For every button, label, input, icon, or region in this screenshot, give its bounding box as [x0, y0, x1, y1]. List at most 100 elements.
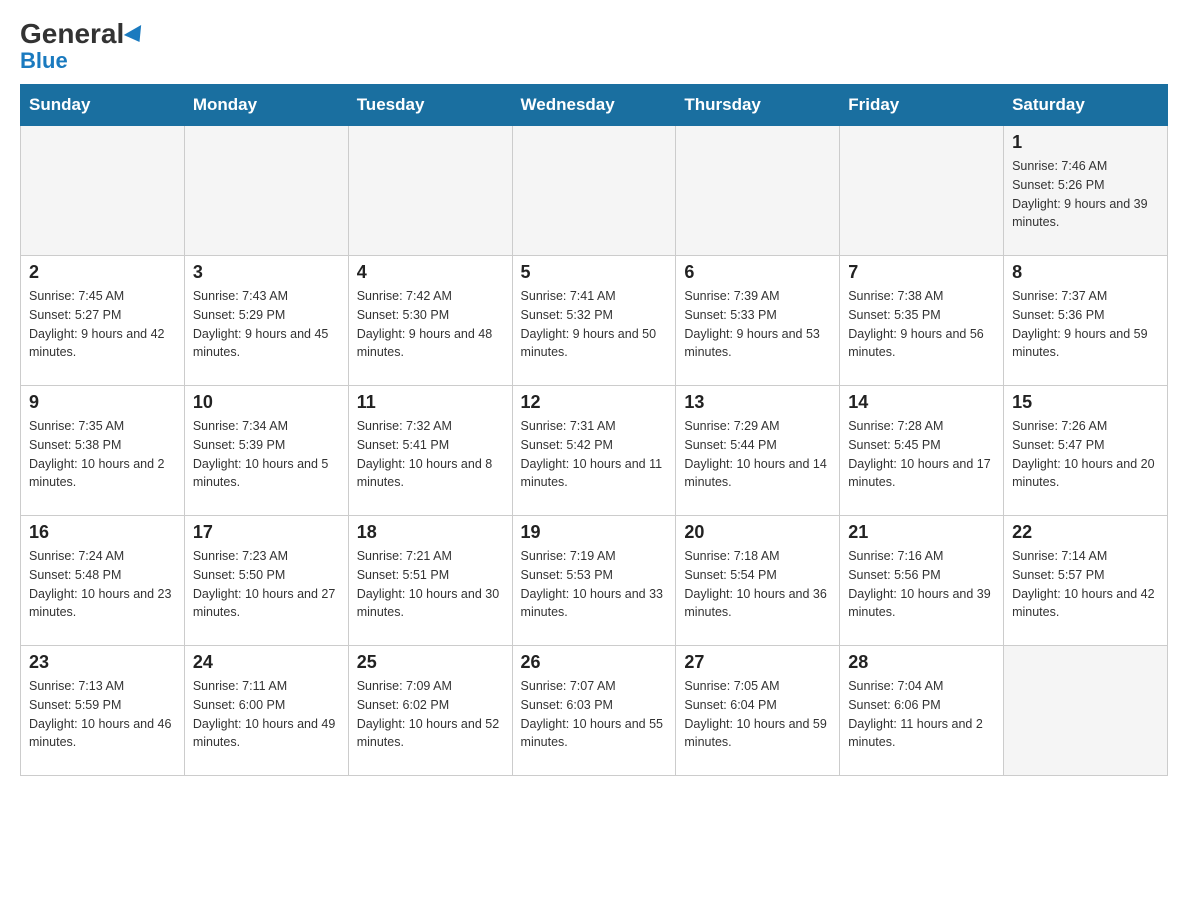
day-number: 17 — [193, 522, 340, 543]
calendar-cell — [348, 126, 512, 256]
day-info: Sunrise: 7:14 AMSunset: 5:57 PMDaylight:… — [1012, 547, 1159, 622]
day-info: Sunrise: 7:13 AMSunset: 5:59 PMDaylight:… — [29, 677, 176, 752]
day-number: 25 — [357, 652, 504, 673]
day-info: Sunrise: 7:23 AMSunset: 5:50 PMDaylight:… — [193, 547, 340, 622]
week-row-4: 16 Sunrise: 7:24 AMSunset: 5:48 PMDayligh… — [21, 516, 1168, 646]
header-monday: Monday — [184, 85, 348, 126]
day-number: 19 — [521, 522, 668, 543]
day-number: 20 — [684, 522, 831, 543]
calendar-cell: 4 Sunrise: 7:42 AMSunset: 5:30 PMDaylight… — [348, 256, 512, 386]
header-sunday: Sunday — [21, 85, 185, 126]
calendar-cell: 11 Sunrise: 7:32 AMSunset: 5:41 PMDayligh… — [348, 386, 512, 516]
calendar-cell: 24 Sunrise: 7:11 AMSunset: 6:00 PMDayligh… — [184, 646, 348, 776]
calendar-cell: 9 Sunrise: 7:35 AMSunset: 5:38 PMDaylight… — [21, 386, 185, 516]
day-info: Sunrise: 7:38 AMSunset: 5:35 PMDaylight:… — [848, 287, 995, 362]
calendar-cell: 20 Sunrise: 7:18 AMSunset: 5:54 PMDayligh… — [676, 516, 840, 646]
calendar-cell — [676, 126, 840, 256]
day-number: 4 — [357, 262, 504, 283]
calendar-cell: 17 Sunrise: 7:23 AMSunset: 5:50 PMDayligh… — [184, 516, 348, 646]
calendar-cell: 16 Sunrise: 7:24 AMSunset: 5:48 PMDayligh… — [21, 516, 185, 646]
day-info: Sunrise: 7:43 AMSunset: 5:29 PMDaylight:… — [193, 287, 340, 362]
logo-blue: Blue — [20, 48, 68, 74]
day-number: 18 — [357, 522, 504, 543]
day-number: 27 — [684, 652, 831, 673]
day-number: 11 — [357, 392, 504, 413]
day-info: Sunrise: 7:21 AMSunset: 5:51 PMDaylight:… — [357, 547, 504, 622]
day-info: Sunrise: 7:11 AMSunset: 6:00 PMDaylight:… — [193, 677, 340, 752]
calendar-cell: 19 Sunrise: 7:19 AMSunset: 5:53 PMDayligh… — [512, 516, 676, 646]
day-info: Sunrise: 7:41 AMSunset: 5:32 PMDaylight:… — [521, 287, 668, 362]
day-info: Sunrise: 7:32 AMSunset: 5:41 PMDaylight:… — [357, 417, 504, 492]
day-number: 22 — [1012, 522, 1159, 543]
calendar-cell — [184, 126, 348, 256]
calendar-cell: 12Sunrise: 7:31 AMSunset: 5:42 PMDayligh… — [512, 386, 676, 516]
calendar-cell: 25 Sunrise: 7:09 AMSunset: 6:02 PMDayligh… — [348, 646, 512, 776]
day-info: Sunrise: 7:28 AMSunset: 5:45 PMDaylight:… — [848, 417, 995, 492]
header-friday: Friday — [840, 85, 1004, 126]
calendar-cell: 13 Sunrise: 7:29 AMSunset: 5:44 PMDayligh… — [676, 386, 840, 516]
day-number: 14 — [848, 392, 995, 413]
day-info: Sunrise: 7:05 AMSunset: 6:04 PMDaylight:… — [684, 677, 831, 752]
calendar-cell — [840, 126, 1004, 256]
calendar-cell: 27 Sunrise: 7:05 AMSunset: 6:04 PMDayligh… — [676, 646, 840, 776]
day-info: Sunrise: 7:18 AMSunset: 5:54 PMDaylight:… — [684, 547, 831, 622]
day-info: Sunrise: 7:34 AMSunset: 5:39 PMDaylight:… — [193, 417, 340, 492]
day-info: Sunrise: 7:09 AMSunset: 6:02 PMDaylight:… — [357, 677, 504, 752]
calendar-cell — [512, 126, 676, 256]
day-number: 21 — [848, 522, 995, 543]
day-number: 5 — [521, 262, 668, 283]
day-number: 6 — [684, 262, 831, 283]
day-info: Sunrise: 7:37 AMSunset: 5:36 PMDaylight:… — [1012, 287, 1159, 362]
day-info: Sunrise: 7:42 AMSunset: 5:30 PMDaylight:… — [357, 287, 504, 362]
day-info: Sunrise: 7:16 AMSunset: 5:56 PMDaylight:… — [848, 547, 995, 622]
calendar-cell: 22 Sunrise: 7:14 AMSunset: 5:57 PMDayligh… — [1004, 516, 1168, 646]
day-number: 12 — [521, 392, 668, 413]
day-info: Sunrise: 7:29 AMSunset: 5:44 PMDaylight:… — [684, 417, 831, 492]
day-number: 10 — [193, 392, 340, 413]
calendar-cell: 15 Sunrise: 7:26 AMSunset: 5:47 PMDayligh… — [1004, 386, 1168, 516]
day-number: 2 — [29, 262, 176, 283]
day-info: Sunrise: 7:24 AMSunset: 5:48 PMDaylight:… — [29, 547, 176, 622]
header-saturday: Saturday — [1004, 85, 1168, 126]
week-row-2: 2 Sunrise: 7:45 AMSunset: 5:27 PMDaylight… — [21, 256, 1168, 386]
calendar-cell: 8 Sunrise: 7:37 AMSunset: 5:36 PMDaylight… — [1004, 256, 1168, 386]
page-header: General Blue — [20, 20, 1168, 74]
calendar-cell: 23Sunrise: 7:13 AMSunset: 5:59 PMDayligh… — [21, 646, 185, 776]
calendar-header: SundayMondayTuesdayWednesdayThursdayFrid… — [21, 85, 1168, 126]
calendar-cell: 1Sunrise: 7:46 AMSunset: 5:26 PMDaylight… — [1004, 126, 1168, 256]
calendar-cell: 5 Sunrise: 7:41 AMSunset: 5:32 PMDaylight… — [512, 256, 676, 386]
calendar-cell: 10 Sunrise: 7:34 AMSunset: 5:39 PMDayligh… — [184, 386, 348, 516]
day-info: Sunrise: 7:35 AMSunset: 5:38 PMDaylight:… — [29, 417, 176, 492]
calendar-cell: 26Sunrise: 7:07 AMSunset: 6:03 PMDayligh… — [512, 646, 676, 776]
day-info: Sunrise: 7:45 AMSunset: 5:27 PMDaylight:… — [29, 287, 176, 362]
day-number: 16 — [29, 522, 176, 543]
logo-triangle-icon — [124, 25, 148, 47]
day-info: Sunrise: 7:26 AMSunset: 5:47 PMDaylight:… — [1012, 417, 1159, 492]
header-tuesday: Tuesday — [348, 85, 512, 126]
calendar-body: 1Sunrise: 7:46 AMSunset: 5:26 PMDaylight… — [21, 126, 1168, 776]
calendar-cell — [21, 126, 185, 256]
calendar-cell: 7 Sunrise: 7:38 AMSunset: 5:35 PMDaylight… — [840, 256, 1004, 386]
week-row-1: 1Sunrise: 7:46 AMSunset: 5:26 PMDaylight… — [21, 126, 1168, 256]
day-number: 9 — [29, 392, 176, 413]
day-info: Sunrise: 7:07 AMSunset: 6:03 PMDaylight:… — [521, 677, 668, 752]
calendar-cell: 6 Sunrise: 7:39 AMSunset: 5:33 PMDaylight… — [676, 256, 840, 386]
day-number: 3 — [193, 262, 340, 283]
header-wednesday: Wednesday — [512, 85, 676, 126]
header-thursday: Thursday — [676, 85, 840, 126]
day-number: 28 — [848, 652, 995, 673]
calendar-table: SundayMondayTuesdayWednesdayThursdayFrid… — [20, 84, 1168, 776]
logo: General Blue — [20, 20, 146, 74]
day-number: 24 — [193, 652, 340, 673]
calendar-cell: 18 Sunrise: 7:21 AMSunset: 5:51 PMDayligh… — [348, 516, 512, 646]
week-row-5: 23Sunrise: 7:13 AMSunset: 5:59 PMDayligh… — [21, 646, 1168, 776]
logo-general: General — [20, 20, 146, 48]
day-info: Sunrise: 7:46 AMSunset: 5:26 PMDaylight:… — [1012, 157, 1159, 232]
day-info: Sunrise: 7:19 AMSunset: 5:53 PMDaylight:… — [521, 547, 668, 622]
day-info: Sunrise: 7:39 AMSunset: 5:33 PMDaylight:… — [684, 287, 831, 362]
calendar-cell: 14 Sunrise: 7:28 AMSunset: 5:45 PMDayligh… — [840, 386, 1004, 516]
day-number: 13 — [684, 392, 831, 413]
day-number: 7 — [848, 262, 995, 283]
day-number: 15 — [1012, 392, 1159, 413]
day-number: 8 — [1012, 262, 1159, 283]
